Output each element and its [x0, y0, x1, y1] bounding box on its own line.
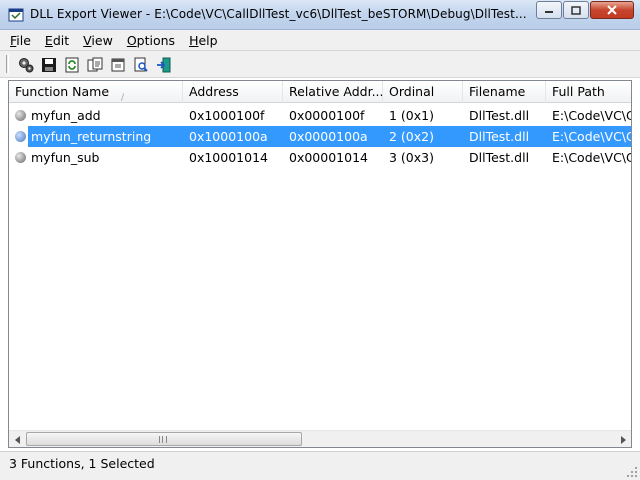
full-path-cell: E:\Code\VC\C: [552, 129, 632, 144]
minimize-icon: [545, 11, 553, 13]
scrollbar-grip-icon: [159, 436, 167, 443]
function-name-cell: myfun_add: [31, 108, 101, 123]
function-name-cell: myfun_returnstring: [31, 129, 152, 144]
menu-bar: File Edit View Options Help: [0, 30, 640, 50]
copy-button[interactable]: [85, 55, 105, 75]
html-report-button[interactable]: [108, 55, 128, 75]
filename-cell: DllTest.dll: [469, 108, 530, 123]
maximize-button[interactable]: [563, 1, 589, 19]
app-icon: [8, 8, 24, 22]
ordinal-cell: 1 (0x1): [389, 108, 434, 123]
resize-grip-icon[interactable]: [626, 466, 638, 478]
close-icon: [607, 5, 617, 15]
menu-options[interactable]: Options: [122, 33, 180, 48]
minimize-button[interactable]: [536, 1, 562, 19]
status-bar: 3 Functions, 1 Selected: [0, 451, 640, 480]
address-cell: 0x1000100a: [189, 129, 268, 144]
address-cell: 0x10001014: [189, 150, 268, 165]
filename-cell: DllTest.dll: [469, 129, 530, 144]
refresh-button[interactable]: [62, 55, 82, 75]
column-relative-address[interactable]: Relative Addr...: [283, 81, 383, 103]
ordinal-cell: 2 (0x2): [389, 129, 434, 144]
column-ordinal[interactable]: Ordinal: [383, 81, 463, 103]
title-bar[interactable]: DLL Export Viewer - E:\Code\VC\CallDllTe…: [0, 0, 640, 30]
toolbar: [0, 50, 640, 78]
close-button[interactable]: [590, 1, 634, 19]
save-button[interactable]: [39, 55, 59, 75]
full-path-cell: E:\Code\VC\C: [552, 108, 632, 123]
filename-cell: DllTest.dll: [469, 150, 530, 165]
scrollbar-thumb[interactable]: [26, 432, 302, 446]
status-text: 3 Functions, 1 Selected: [9, 456, 155, 471]
properties-gear-icon: [19, 58, 34, 73]
window-controls: [535, 1, 634, 19]
html-report-icon: [111, 58, 125, 72]
menu-help[interactable]: Help: [184, 33, 223, 48]
relative-address-cell: 0x00001014: [289, 150, 368, 165]
scroll-right-button[interactable]: [614, 431, 631, 447]
column-function-name[interactable]: Function Name ∕: [9, 81, 183, 103]
scroll-left-button[interactable]: [9, 431, 26, 447]
column-filename[interactable]: Filename: [463, 81, 546, 103]
exit-icon: [157, 57, 171, 73]
menu-file[interactable]: File: [5, 33, 36, 48]
table-row[interactable]: myfun_sub 0x10001014 0x00001014 3 (0x3) …: [9, 147, 632, 168]
full-path-cell: E:\Code\VC\C: [552, 150, 632, 165]
menu-view[interactable]: View: [78, 33, 118, 48]
exit-button[interactable]: [154, 55, 174, 75]
horizontal-scrollbar[interactable]: [9, 430, 631, 447]
column-full-path[interactable]: Full Path: [546, 81, 631, 103]
table-row[interactable]: myfun_add 0x1000100f 0x0000100f 1 (0x1) …: [9, 105, 632, 126]
relative-address-cell: 0x0000100a: [289, 129, 368, 144]
column-header: Function Name ∕ Address Relative Addr...…: [9, 81, 631, 103]
properties-button[interactable]: [16, 55, 36, 75]
export-list[interactable]: Function Name ∕ Address Relative Addr...…: [8, 80, 632, 448]
save-icon: [42, 58, 56, 72]
window-title: DLL Export Viewer - E:\Code\VC\CallDllTe…: [30, 7, 527, 21]
column-address[interactable]: Address: [183, 81, 283, 103]
function-name-cell: myfun_sub: [31, 150, 100, 165]
table-row-selected[interactable]: myfun_returnstring 0x1000100a 0x0000100a…: [9, 126, 632, 147]
relative-address-cell: 0x0000100f: [289, 108, 365, 123]
toolbar-grip[interactable]: [6, 55, 9, 73]
arrow-left-icon: [14, 435, 20, 444]
find-button[interactable]: [131, 55, 151, 75]
arrow-right-icon: [620, 435, 626, 444]
refresh-icon: [65, 57, 79, 73]
maximize-icon: [571, 5, 581, 15]
menu-edit[interactable]: Edit: [40, 33, 74, 48]
copy-icon: [87, 57, 103, 72]
address-cell: 0x1000100f: [189, 108, 265, 123]
sort-ascending-icon: ∕: [120, 93, 124, 103]
ordinal-cell: 3 (0x3): [389, 150, 434, 165]
find-icon: [134, 57, 148, 72]
